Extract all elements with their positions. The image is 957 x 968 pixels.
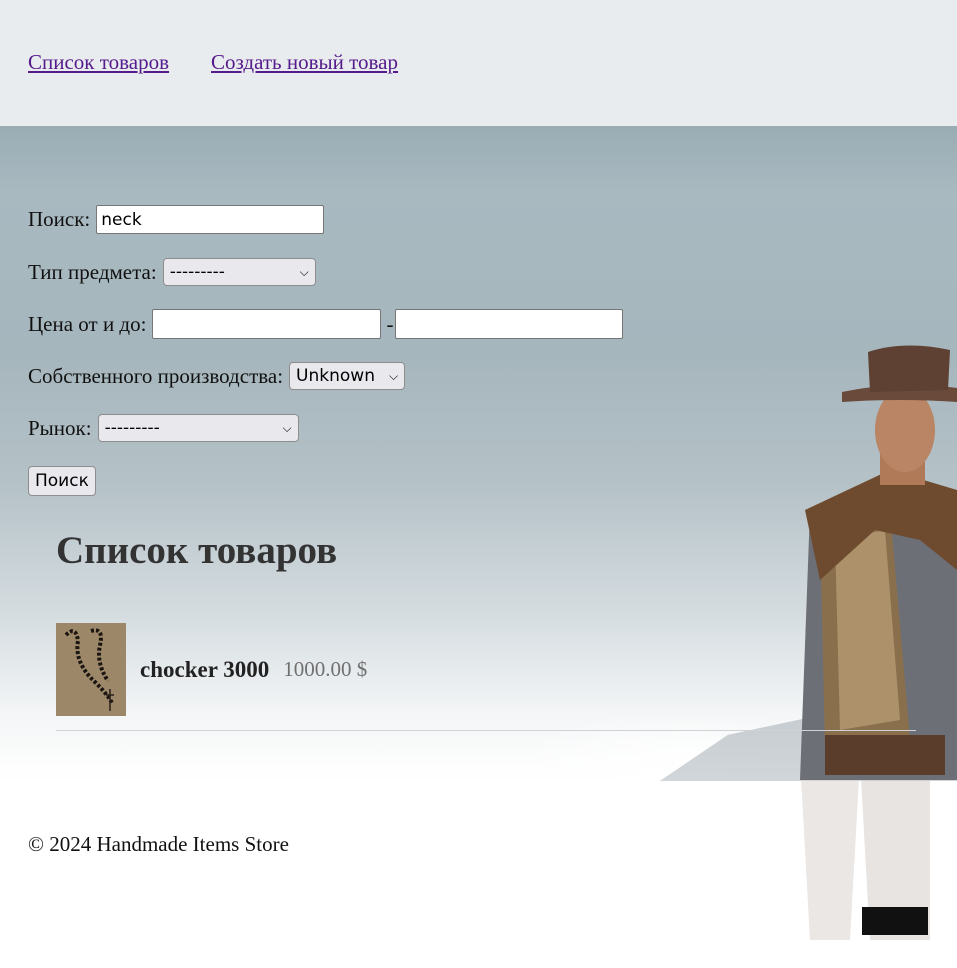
market-row: Рынок: --------- ⌵ <box>28 414 299 442</box>
search-row: Поиск: <box>28 205 325 234</box>
price-separator: - <box>386 311 394 336</box>
own-production-select[interactable]: Unknown ⌵ <box>289 362 406 390</box>
market-label: Рынок: <box>28 415 92 440</box>
item-price: 1000.00 $ <box>283 657 368 681</box>
cowboy-image <box>800 345 957 940</box>
page-title: Список товаров <box>56 529 338 572</box>
own-production-label: Собственного производства: <box>28 363 284 388</box>
market-select-value: --------- <box>104 418 160 438</box>
chevron-down-icon: ⌵ <box>388 368 399 383</box>
own-production-value: Unknown <box>296 366 375 386</box>
own-production-row: Собственного производства: Unknown ⌵ <box>28 362 406 390</box>
type-row: Тип предмета: --------- ⌵ <box>28 258 316 286</box>
price-from-input[interactable] <box>152 309 382 339</box>
list-item[interactable]: chocker 3000 1000.00 $ <box>56 623 367 716</box>
type-select[interactable]: --------- ⌵ <box>162 258 316 286</box>
price-to-input[interactable] <box>395 309 624 339</box>
divider <box>56 730 916 731</box>
chevron-down-icon: ⌵ <box>282 420 292 435</box>
item-name[interactable]: chocker 3000 <box>140 657 269 683</box>
type-select-value: --------- <box>169 262 225 282</box>
search-button[interactable]: Поиск <box>28 466 96 496</box>
product-thumbnail[interactable] <box>56 623 126 716</box>
top-navigation: Список товаров Создать новый товар <box>0 0 957 126</box>
market-select[interactable]: --------- ⌵ <box>97 414 299 442</box>
price-label: Цена от и до: <box>28 311 147 336</box>
price-row: Цена от и до: - <box>28 309 624 339</box>
create-product-link[interactable]: Создать новый товар <box>211 50 398 75</box>
type-label: Тип предмета: <box>28 259 157 284</box>
chevron-down-icon: ⌵ <box>299 264 309 279</box>
search-input[interactable] <box>96 205 325 234</box>
search-label: Поиск: <box>28 207 91 231</box>
copyright-text: © 2024 Handmade Items Store <box>28 832 289 856</box>
products-list-link[interactable]: Список товаров <box>28 50 169 75</box>
